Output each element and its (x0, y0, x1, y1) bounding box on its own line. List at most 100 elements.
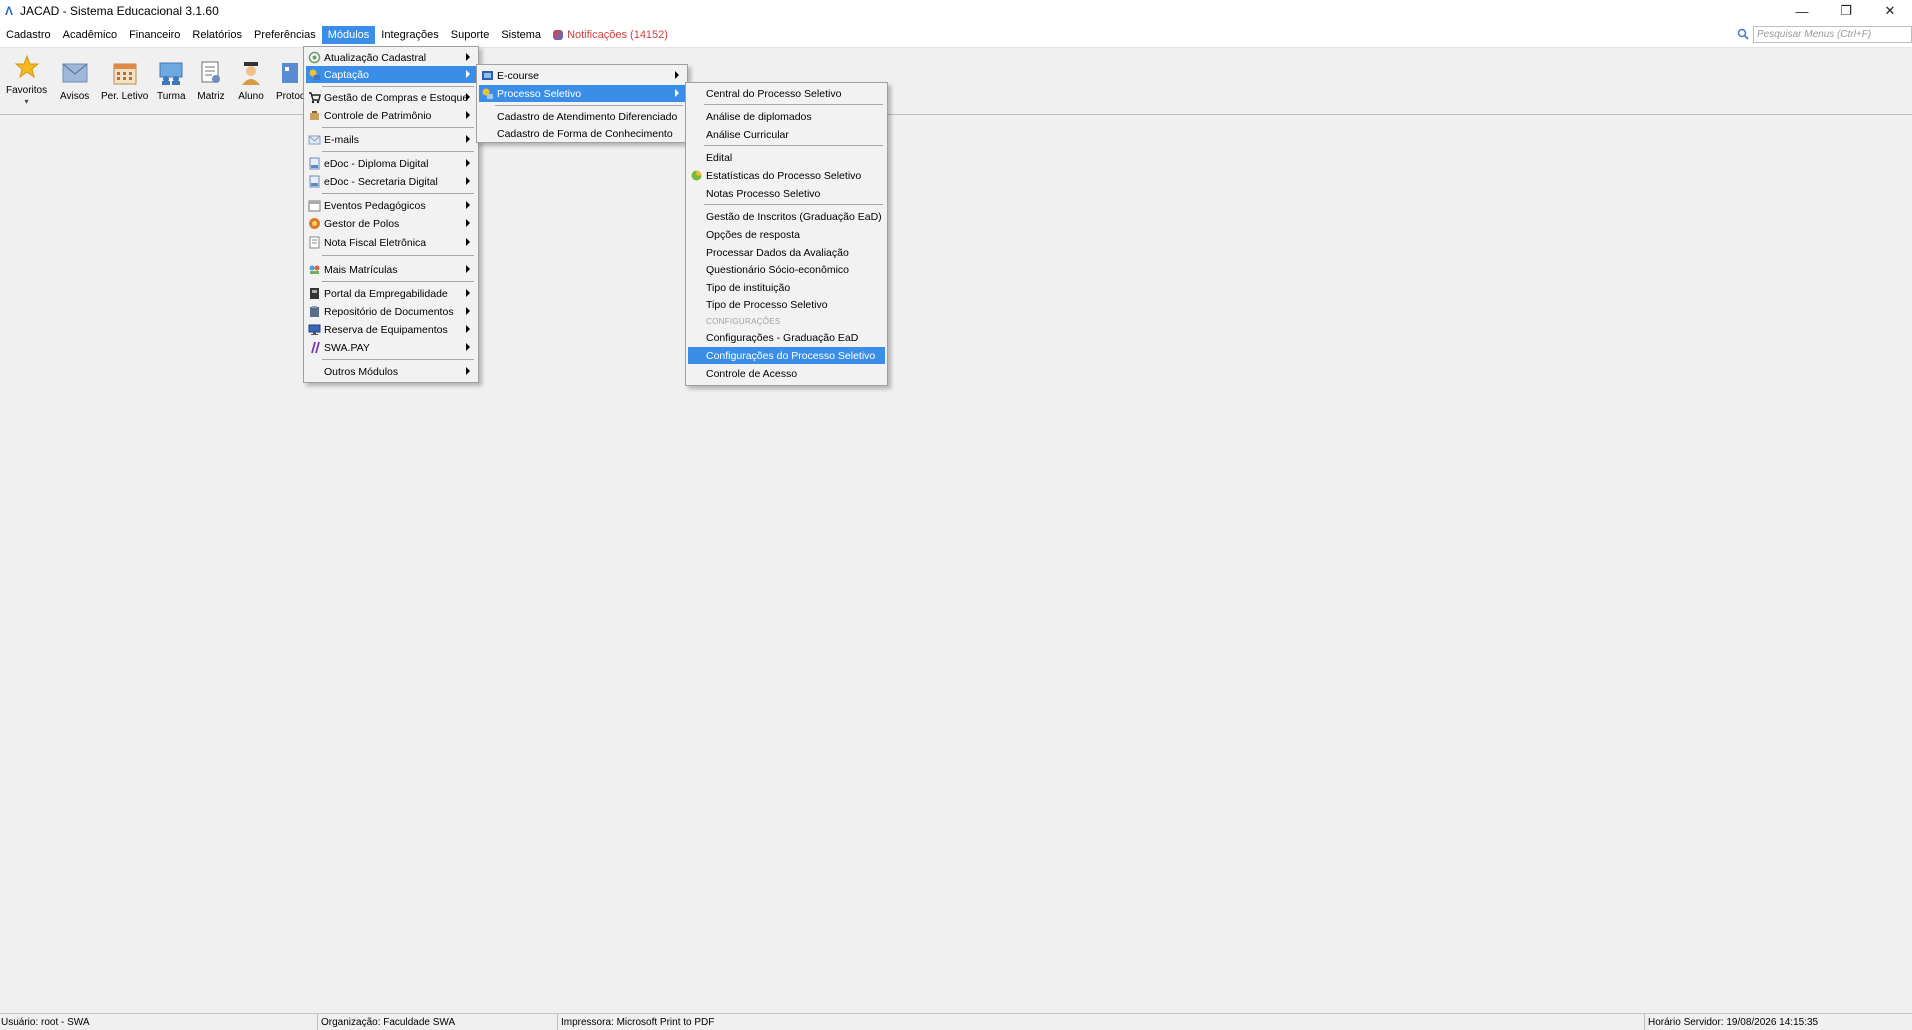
menu-item-cadastro-forma-conhecimento[interactable]: Cadastro de Forma de Conhecimento (479, 125, 685, 142)
menu-preferencias[interactable]: Preferências (248, 26, 322, 44)
menu-item-atualizacao-cadastral[interactable]: Atualização Cadastral (306, 49, 476, 66)
toolbar-per-letivo[interactable]: Per. Letivo (101, 59, 148, 102)
menu-item-reserva-equipamentos[interactable]: Reserva de Equipamentos (306, 321, 476, 338)
menu-item-controle-acesso[interactable]: Controle de Acesso (688, 365, 885, 382)
menu-item-label: Notas Processo Seletivo (706, 187, 821, 200)
toolbar-favoritos[interactable]: Favoritos ▾ (6, 53, 47, 106)
menu-item-nota-fiscal[interactable]: Nota Fiscal Eletrônica (306, 234, 476, 251)
menu-suporte[interactable]: Suporte (445, 26, 496, 44)
chevron-down-icon[interactable]: ▾ (25, 97, 29, 106)
menu-item-label: Repositório de Documentos (324, 305, 454, 318)
toolbar-avisos[interactable]: Avisos (60, 59, 89, 102)
toolbar-turma[interactable]: Turma (157, 59, 186, 102)
menu-item-estatisticas[interactable]: Estatísticas do Processo Seletivo (688, 167, 885, 184)
toolbar-label: Matriz (197, 91, 225, 102)
toolbar-matriz[interactable]: Matriz (197, 59, 225, 102)
menu-item-central-processo[interactable]: Central do Processo Seletivo (688, 85, 885, 102)
toolbar-label: Per. Letivo (101, 91, 149, 102)
app-logo-icon: Λ (4, 4, 13, 18)
star-icon (13, 53, 41, 81)
envelope-icon (61, 59, 89, 87)
menu-separator (322, 193, 474, 194)
ecourse-icon (482, 71, 493, 80)
menu-item-controle-patrimonio[interactable]: Controle de Patrimônio (306, 107, 476, 124)
toolbar-protocolo[interactable]: Protoc (276, 59, 305, 102)
menu-item-cadastro-atendimento[interactable]: Cadastro de Atendimento Diferenciado (479, 108, 685, 125)
menu-item-opcoes-resposta[interactable]: Opções de resposta (688, 226, 885, 243)
menu-item-gestor-polos[interactable]: Gestor de Polos (306, 215, 476, 232)
notifications-link[interactable]: Notificações (14152) (553, 29, 668, 41)
menu-item-config-graduacao-ead[interactable]: Configurações - Graduação EaD (688, 329, 885, 346)
restore-button[interactable]: ❐ (1824, 0, 1868, 22)
search-menus-input[interactable]: Pesquisar Menus (Ctrl+F) (1753, 26, 1912, 43)
menu-item-portal-empregabilidade[interactable]: Portal da Empregabilidade (306, 285, 476, 302)
menu-item-mais-matriculas[interactable]: Mais Matrículas (306, 261, 476, 278)
protocol-icon (276, 59, 304, 87)
menu-item-swa-pay[interactable]: SWA.PAY (306, 339, 476, 356)
menu-item-gestao-compras[interactable]: Gestão de Compras e Estoque (306, 89, 476, 106)
refresh-icon (308, 51, 321, 64)
menu-item-label: Tipo de Processo Seletivo (706, 298, 828, 311)
status-printer: Impressora: Microsoft Print to PDF (557, 1014, 1644, 1030)
window-controls: — ❐ ✕ (1780, 0, 1912, 22)
menu-item-processar-dados[interactable]: Processar Dados da Avaliação (688, 244, 885, 261)
status-server-time: Horário Servidor: 19/08/2026 14:15:35 (1644, 1014, 1912, 1030)
minimize-button[interactable]: — (1780, 0, 1824, 22)
menu-item-label: Gestão de Compras e Estoque (324, 91, 469, 104)
submenu-arrow-icon (466, 307, 470, 315)
menu-bar: Cadastro Acadêmico Financeiro Relatórios… (0, 22, 1912, 48)
menu-sistema[interactable]: Sistema (495, 26, 547, 44)
toolbar: Favoritos ▾ Avisos Per. Letivo Turma Mat… (0, 49, 1912, 115)
menu-item-edital[interactable]: Edital (688, 149, 885, 166)
menu-item-analise-diplomados[interactable]: Análise de diplomados (688, 108, 885, 125)
menu-financeiro[interactable]: Financeiro (123, 26, 186, 44)
submenu-arrow-icon (466, 70, 470, 78)
asset-icon (310, 111, 319, 120)
menu-item-label: Controle de Acesso (706, 367, 798, 380)
menu-item-eventos-pedagogicos[interactable]: Eventos Pedagógicos (306, 197, 476, 214)
secretary-icon (309, 175, 320, 188)
menu-integracoes[interactable]: Integrações (375, 26, 444, 44)
captacao-submenu: E-course Processo Seletivo Cadastro de A… (476, 64, 688, 143)
menu-item-label: Portal da Empregabilidade (324, 287, 448, 300)
menu-item-emails[interactable]: E-mails (306, 131, 476, 148)
capture-icon (309, 69, 320, 80)
menu-item-label: Gestão de Inscritos (Graduação EaD) (706, 210, 882, 223)
menu-modulos[interactable]: Módulos (321, 25, 376, 44)
menu-cadastro[interactable]: Cadastro (0, 26, 57, 44)
menu-item-tipo-instituicao[interactable]: Tipo de instituição (688, 279, 885, 296)
toolbar-aluno[interactable]: Aluno (237, 59, 265, 102)
document-icon (197, 59, 225, 87)
menu-separator (322, 281, 474, 282)
menu-item-e-course[interactable]: E-course (479, 67, 685, 84)
notifications-label: Notificações (14152) (567, 28, 668, 41)
menu-item-gestao-inscritos[interactable]: Gestão de Inscritos (Graduação EaD) (688, 208, 885, 225)
menu-academico[interactable]: Acadêmico (57, 26, 123, 44)
menu-item-edoc-secretaria[interactable]: eDoc - Secretaria Digital (306, 173, 476, 190)
close-button[interactable]: ✕ (1868, 0, 1912, 22)
menu-item-processo-seletivo[interactable]: Processo Seletivo (479, 85, 685, 102)
menu-item-tipo-processo[interactable]: Tipo de Processo Seletivo (688, 296, 885, 313)
submenu-arrow-icon (466, 111, 470, 119)
menu-item-outros-modulos[interactable]: Outros Módulos (306, 363, 476, 380)
menu-item-edoc-diploma[interactable]: eDoc - Diploma Digital (306, 155, 476, 172)
menu-item-config-processo-seletivo[interactable]: Configurações do Processo Seletivo (688, 347, 885, 364)
menu-item-questionario[interactable]: Questionário Sócio-econômico (688, 261, 885, 278)
menu-relatorios[interactable]: Relatórios (186, 26, 248, 44)
menu-item-label: Opções de resposta (706, 228, 800, 241)
menu-item-captacao[interactable]: Captação (306, 66, 476, 83)
cart-icon (309, 92, 321, 104)
menu-item-label: Análise Curricular (706, 128, 789, 141)
group-label-configuracoes: CONFIGURAÇÕES (706, 317, 781, 326)
submenu-arrow-icon (466, 238, 470, 246)
menu-item-repositorio-documentos[interactable]: Repositório de Documentos (306, 303, 476, 320)
menu-item-notas-processo[interactable]: Notas Processo Seletivo (688, 185, 885, 202)
toolbar-label: Protoc (276, 91, 305, 102)
submenu-arrow-icon (466, 219, 470, 227)
submenu-arrow-icon (466, 343, 470, 351)
chart-pie-icon (691, 170, 702, 181)
submenu-arrow-icon (675, 71, 679, 79)
menu-separator (495, 105, 683, 106)
menu-item-analise-curricular[interactable]: Análise Curricular (688, 126, 885, 143)
toolbar-label: Favoritos (6, 85, 48, 96)
